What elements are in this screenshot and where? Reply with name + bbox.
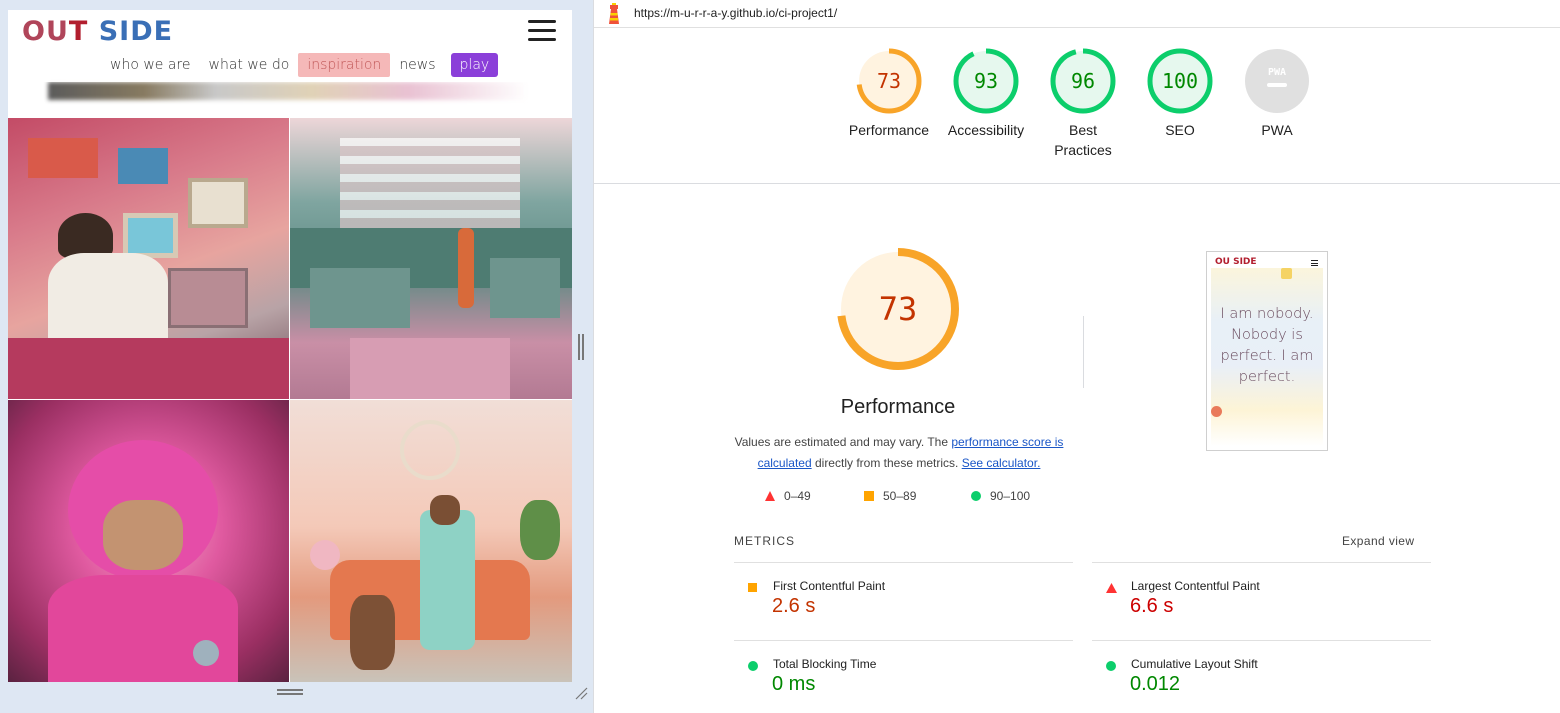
performance-big-gauge: 73 — [837, 248, 959, 370]
accessibility-gauge: 93 — [953, 48, 1019, 114]
nav-news[interactable]: news — [390, 53, 444, 77]
lighthouse-icon — [609, 3, 619, 24]
report-url-bar: https://m-u-r-r-a-y.github.io/ci-project… — [594, 0, 1560, 28]
nav-what-we-do[interactable]: what we do — [200, 53, 299, 77]
performance-title: Performance — [840, 396, 956, 418]
thumbnail-decoration — [1281, 268, 1292, 279]
performance-gauge: 73 — [856, 48, 922, 114]
metric-name: Largest Contentful Paint — [1131, 579, 1260, 593]
gallery-image-pink-astronaut — [8, 400, 289, 682]
hero-heading-partial — [8, 82, 572, 118]
red-triangle-icon — [1106, 583, 1117, 593]
desc-text: Values are estimated and may vary. The — [734, 435, 952, 449]
legend-label: 90–100 — [990, 489, 1031, 503]
legend-average: 50–89 — [863, 489, 916, 503]
metric-divider — [1092, 640, 1431, 641]
big-gauge-score: 73 — [879, 290, 918, 328]
gauge-score: 93 — [974, 69, 998, 93]
performance-description: Values are estimated and may vary. The p… — [734, 432, 1064, 474]
site-header: OUT SIDE who we are what we do inspirati… — [8, 10, 572, 82]
gauge-score: 96 — [1071, 69, 1095, 93]
metric-value: 2.6 s — [772, 595, 816, 617]
pwa-badge-icon: PWA — [1245, 49, 1309, 113]
site-nav: who we are what we do inspiration news p… — [101, 53, 499, 77]
gallery-image-dog-on-sofa — [290, 400, 572, 682]
legend-pass: 90–100 — [970, 489, 1030, 503]
gallery-image-retro-gamer — [8, 118, 289, 399]
metric-value: 0.012 — [1130, 673, 1181, 695]
category-label: Performance — [848, 122, 930, 138]
category-label: Best Practices — [1054, 122, 1112, 158]
category-label: SEO — [1165, 122, 1195, 138]
legend-label: 0–49 — [784, 489, 811, 503]
category-performance[interactable]: 73 Performance — [839, 48, 939, 140]
nav-who-we-are[interactable]: who we are — [101, 53, 200, 77]
thumbnail-decoration — [1211, 406, 1222, 417]
metric-divider — [734, 562, 1073, 563]
metrics-heading: METRICS — [734, 534, 795, 548]
category-label: Accessibility — [947, 122, 1025, 138]
resize-handle-bottom[interactable] — [277, 689, 303, 695]
vertical-divider — [1083, 316, 1084, 388]
gallery-image-retro-computer-room — [290, 118, 572, 399]
legend-fail: 0–49 — [764, 489, 811, 503]
device-viewport: OUT SIDE who we are what we do inspirati… — [8, 10, 572, 682]
hamburger-menu-icon[interactable] — [528, 20, 556, 44]
thumbnail-logo: OU SIDE — [1215, 257, 1257, 267]
seo-gauge: 100 — [1147, 48, 1213, 114]
see-calculator-link[interactable]: See calculator. — [962, 456, 1041, 470]
device-emulator-pane: OUT SIDE who we are what we do inspirati… — [0, 0, 593, 713]
final-screenshot-thumbnail[interactable]: OU SIDE I am nobody. Nobody is perfect. … — [1206, 251, 1328, 451]
category-label: PWA — [1261, 122, 1293, 138]
metric-name: Cumulative Layout Shift — [1131, 657, 1258, 671]
metric-name: First Contentful Paint — [773, 579, 886, 593]
thumbnail-quote: I am nobody. Nobody is perfect. I am per… — [1220, 306, 1314, 385]
nav-inspiration[interactable]: inspiration — [298, 53, 391, 77]
thumbnail-hamburger-icon — [1311, 260, 1318, 268]
red-triangle-icon — [765, 491, 775, 501]
orange-square-icon — [864, 491, 874, 501]
best-practices-gauge: 96 — [1050, 48, 1116, 114]
desc-text: directly from these metrics. — [811, 456, 962, 470]
resize-corner-icon[interactable] — [574, 686, 588, 700]
metric-value: 6.6 s — [1130, 595, 1174, 617]
pwa-badge-text: PWA — [1268, 67, 1286, 78]
green-circle-icon — [1106, 661, 1116, 671]
green-circle-icon — [748, 661, 758, 671]
metric-divider — [734, 640, 1073, 641]
gauge-score: 100 — [1162, 69, 1198, 93]
green-circle-icon — [971, 491, 981, 501]
category-seo[interactable]: 100 SEO — [1130, 48, 1230, 140]
resize-handle-side[interactable] — [578, 334, 584, 360]
metric-divider — [1092, 562, 1431, 563]
category-pwa[interactable]: PWA PWA — [1227, 48, 1327, 140]
nav-play[interactable]: play — [450, 53, 499, 77]
category-best-practices[interactable]: 96 Best Practices — [1033, 48, 1133, 160]
section-divider — [594, 183, 1560, 184]
metric-name: Total Blocking Time — [773, 657, 877, 671]
category-accessibility[interactable]: 93 Accessibility — [936, 48, 1036, 140]
expand-view-toggle[interactable]: Expand view — [1342, 534, 1414, 548]
lighthouse-report: https://m-u-r-r-a-y.github.io/ci-project… — [593, 0, 1560, 713]
gauge-score: 73 — [877, 69, 901, 93]
orange-square-icon — [748, 583, 757, 592]
site-logo[interactable]: OUT SIDE — [22, 16, 173, 47]
legend-label: 50–89 — [883, 489, 917, 503]
report-url[interactable]: https://m-u-r-r-a-y.github.io/ci-project… — [634, 6, 837, 20]
metric-value: 0 ms — [772, 673, 816, 695]
